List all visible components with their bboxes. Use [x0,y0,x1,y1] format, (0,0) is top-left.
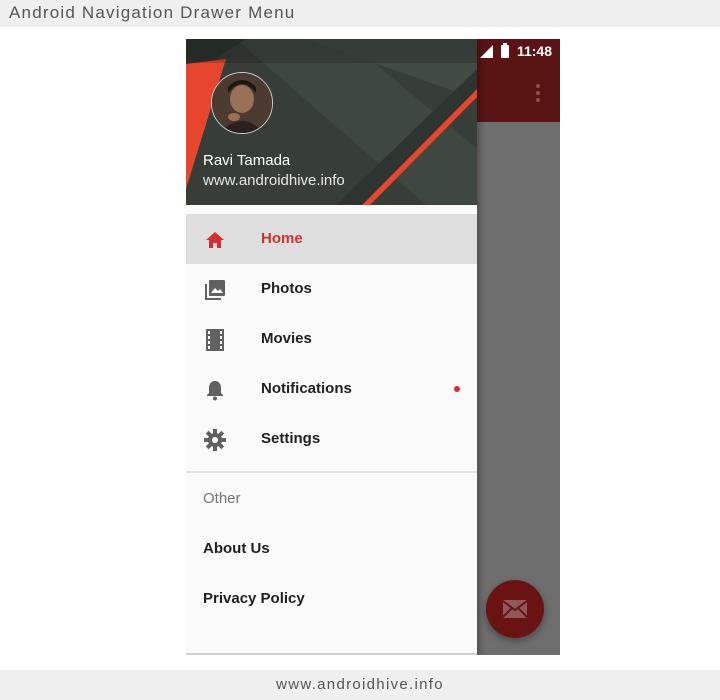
signal-icon [479,44,493,58]
menu-item-label: Photos [261,280,312,297]
bell-icon [204,379,226,401]
menu-divider [186,471,477,473]
avatar-photo [212,73,272,133]
menu-item-privacy-policy[interactable]: Privacy Policy [203,590,305,607]
battery-icon [500,42,509,58]
movies-icon [204,329,226,351]
menu-item-movies[interactable]: Movies [186,314,477,364]
status-bar: 11:48 [186,39,560,63]
menu-item-about-us[interactable]: About Us [203,540,270,557]
menu-item-label: Home [261,230,303,247]
gear-icon [204,429,226,451]
mail-icon [503,600,527,618]
notification-badge-dot [454,386,460,392]
section-title-other: Other [203,490,241,507]
menu-item-settings[interactable]: Settings [186,414,477,464]
page-caption-website: www.androidhive.info [0,670,720,700]
phone-screen: 11:48 Ravi Tamada www.androidhive.info H… [186,39,560,655]
header-website: www.androidhive.info [203,172,345,189]
drawer-header: Ravi Tamada www.androidhive.info [186,39,477,205]
mail-fab-button[interactable] [486,580,544,638]
navigation-drawer: Ravi Tamada www.androidhive.info Home Ph… [186,39,477,655]
page-caption-title: Android Navigation Drawer Menu [0,0,720,27]
menu-item-label: Movies [261,330,312,347]
photos-icon [204,279,226,301]
menu-item-photos[interactable]: Photos [186,264,477,314]
menu-item-home[interactable]: Home [186,214,477,264]
menu-item-notifications[interactable]: Notifications [186,364,477,414]
avatar[interactable] [211,72,273,134]
drawer-menu: Home Photos Movies Notifications Setting… [186,214,477,464]
status-time: 11:48 [516,43,552,59]
menu-item-label: Settings [261,430,321,447]
home-icon [204,229,226,251]
drawer-bottom-edge [186,653,477,655]
header-user-name: Ravi Tamada [203,152,291,169]
overflow-menu-icon[interactable] [536,84,540,102]
menu-item-label: Notifications [261,380,352,397]
